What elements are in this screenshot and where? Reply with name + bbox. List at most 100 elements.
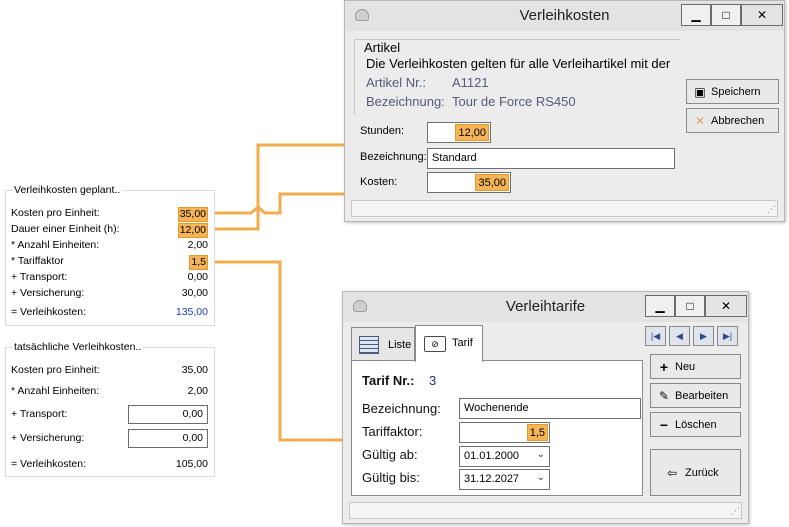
row-value: 1,5 [189, 255, 208, 270]
pencil-icon: ✎ [658, 389, 670, 403]
row-value: 30,00 [181, 287, 208, 299]
resize-grip-icon[interactable]: ⋰ [731, 506, 740, 517]
maximize-button[interactable]: □ [675, 295, 705, 317]
minimize-button[interactable]: ▁ [645, 295, 675, 317]
row-value: 2,00 [187, 385, 208, 397]
artikel-nr-label: Artikel Nr.: [366, 75, 426, 90]
minimize-button[interactable]: ▁ [681, 4, 711, 26]
x-icon: ✕ [694, 114, 706, 128]
floppy-disk-icon: ▣ [694, 85, 706, 99]
nav-next-button[interactable]: ▶ [693, 326, 714, 346]
total-value: 135,00 [175, 306, 208, 318]
planned-row: + Versicherung: 30,00 [11, 287, 208, 301]
status-bar: ⋰ [351, 200, 778, 217]
close-button[interactable]: ✕ [705, 295, 747, 317]
row-label: Kosten pro Einheit: [11, 364, 100, 376]
kosten-value: 35,00 [475, 174, 509, 191]
planned-row: Dauer einer Einheit (h): 12,00 [11, 223, 208, 238]
new-button[interactable]: + Neu [650, 354, 741, 379]
transport-input[interactable]: 0,00 [128, 405, 208, 424]
row-label: Dauer einer Einheit (h): [11, 223, 120, 235]
chevron-down-icon: ⌄ [536, 472, 545, 483]
edit-button-label: Bearbeiten [675, 390, 729, 402]
bezeichnung-input[interactable]: Wochenende [459, 398, 641, 419]
verleihtarife-window: Verleihtarife ▁ □ ✕ Liste ⊘ Tarif |◀ ◀ ▶… [342, 291, 749, 524]
tarif-nr-label: Tarif Nr.: [362, 373, 415, 388]
planned-row: * Anzahl Einheiten: 2,00 [11, 239, 208, 253]
tariffaktor-value: 1,5 [526, 424, 548, 441]
row-value: 35,00 [181, 364, 208, 376]
plus-icon: + [659, 359, 669, 375]
verleihkosten-window: Verleihkosten ▁ □ ✕ Artikel Die Verleihk… [344, 0, 785, 222]
row-label: = Verleihkosten: [11, 306, 87, 318]
maximize-button[interactable]: □ [711, 4, 741, 26]
cancel-button[interactable]: ✕ Abbrechen [686, 108, 779, 133]
delete-button[interactable]: − Löschen [650, 412, 741, 437]
planned-costs-panel: Verleihkosten geplant.. Kosten pro Einhe… [5, 184, 215, 326]
row-label: + Transport: [11, 408, 68, 420]
edit-button[interactable]: ✎ Bearbeiten [650, 383, 741, 408]
cancel-button-label: Abbrechen [711, 115, 765, 127]
tab-tarif[interactable]: ⊘ Tarif [415, 325, 483, 362]
planned-row: = Verleihkosten: 135,00 [11, 306, 208, 320]
info-text: Die Verleihkosten gelten für alle Verlei… [366, 56, 671, 71]
grid-icon [359, 336, 379, 354]
minus-icon: − [659, 417, 669, 433]
gueltig-bis-label: Gültig bis: [362, 470, 420, 485]
actual-row: Kosten pro Einheit: 35,00 [11, 364, 208, 378]
gueltig-ab-value: 01.01.2000 [464, 450, 520, 462]
save-button[interactable]: ▣ Speichern [686, 79, 779, 104]
row-value: 0,00 [187, 271, 208, 283]
planned-row: + Transport: 0,00 [11, 271, 208, 285]
kosten-label: Kosten: [360, 176, 398, 188]
tariffaktor-input[interactable]: 1,5 [459, 422, 550, 443]
stunden-input[interactable]: 12,00 [427, 122, 491, 143]
tariffaktor-label: Tariffaktor: [362, 424, 423, 439]
row-label: + Versicherung: [11, 432, 85, 444]
nav-first-button[interactable]: |◀ [645, 326, 666, 346]
row-label: Kosten pro Einheit: [11, 207, 100, 219]
tarif-tab-panel: Tarif Nr.: 3 Bezeichnung: Wochenende Tar… [351, 360, 643, 496]
back-button-label: Zurück [685, 467, 719, 479]
planned-row: Kosten pro Einheit: 35,00 [11, 207, 208, 222]
gueltig-bis-select[interactable]: 31.12.2027 ⌄ [459, 469, 550, 490]
tab-liste-label: Liste [388, 339, 412, 351]
gueltig-ab-label: Gültig ab: [362, 447, 418, 462]
row-value: 35,00 [177, 207, 208, 222]
insurance-input[interactable]: 0,00 [128, 429, 208, 448]
row-value: 2,00 [187, 239, 208, 251]
bezeichnung-input[interactable]: Standard [427, 148, 675, 169]
bezeichnung-label: Bezeichnung: [362, 401, 441, 416]
actual-row: + Transport: 0,00 [11, 405, 208, 424]
nav-last-button[interactable]: ▶| [717, 326, 738, 346]
delete-button-label: Löschen [675, 419, 717, 431]
bezeichnung-label: Bezeichnung: [366, 94, 445, 109]
nav-prev-button[interactable]: ◀ [669, 326, 690, 346]
gueltig-ab-select[interactable]: 01.01.2000 ⌄ [459, 446, 550, 467]
arrow-left-icon: ⇦ [666, 466, 678, 480]
artikel-nr-value: A1121 [452, 75, 489, 90]
actual-row: * Anzahl Einheiten: 2,00 [11, 385, 208, 399]
tab-tarif-label: Tarif [452, 337, 473, 349]
actual-costs-title: tatsächliche Verleihkosten.. [12, 341, 144, 353]
row-label: * Tariffaktor [11, 255, 64, 267]
actual-row: + Versicherung: 0,00 [11, 429, 208, 448]
total-value: 105,00 [175, 458, 208, 470]
close-button[interactable]: ✕ [741, 4, 783, 26]
row-label: = Verleihkosten: [11, 458, 87, 470]
row-value: 12,00 [177, 223, 208, 238]
artikel-group-title: Artikel [364, 40, 401, 55]
tarif-nr-value: 3 [429, 373, 437, 388]
actual-costs-panel: tatsächliche Verleihkosten.. Kosten pro … [5, 341, 215, 477]
row-label: * Anzahl Einheiten: [11, 385, 100, 397]
tab-liste[interactable]: Liste [351, 327, 415, 362]
planned-row: * Tariffaktor 1,5 [11, 255, 208, 270]
save-button-label: Speichern [711, 86, 761, 98]
kosten-input[interactable]: 35,00 [427, 172, 511, 193]
actual-row: = Verleihkosten: 105,00 [11, 458, 208, 472]
planned-costs-title: Verleihkosten geplant.. [12, 184, 123, 196]
back-button[interactable]: ⇦ Zurück [650, 449, 741, 496]
gueltig-bis-value: 31.12.2027 [464, 473, 520, 485]
titlebar: Verleihkosten ▁ □ ✕ [345, 1, 784, 31]
resize-grip-icon[interactable]: ⋰ [767, 204, 776, 215]
